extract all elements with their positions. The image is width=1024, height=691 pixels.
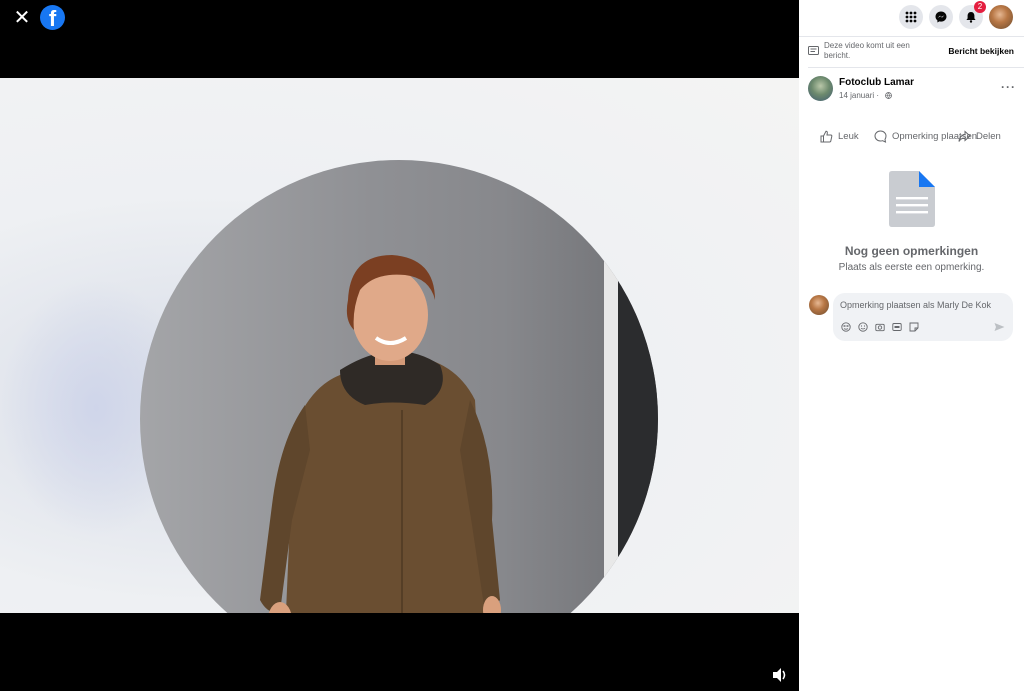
account-avatar[interactable] [989, 5, 1013, 29]
grid-menu-icon[interactable] [899, 5, 923, 29]
comment-input[interactable]: Opmerking plaatsen als Marly De Kok [833, 293, 1013, 341]
avatar-sticker-icon[interactable] [841, 322, 851, 332]
media-viewer: ✕ f [0, 0, 799, 691]
message-icon [808, 46, 819, 55]
thumbs-up-icon [820, 130, 833, 143]
gif-icon[interactable] [892, 322, 902, 332]
view-post-link[interactable]: Bericht bekijken [948, 46, 1014, 56]
notification-count-badge: 2 [974, 1, 986, 13]
video-player[interactable] [0, 78, 799, 613]
send-icon[interactable] [994, 322, 1005, 332]
video-background-blur [0, 278, 160, 538]
globe-icon [885, 92, 892, 99]
message-banner: Deze video komt uit een bericht. Bericht… [808, 40, 1020, 64]
date-separator: · [876, 91, 880, 100]
comment-placeholder: Opmerking plaatsen als Marly De Kok [840, 300, 992, 310]
empty-comments-icon [889, 171, 935, 227]
sticker-icon[interactable] [909, 322, 919, 332]
messenger-icon[interactable] [929, 5, 953, 29]
volume-icon[interactable] [771, 667, 789, 683]
share-icon [958, 130, 971, 142]
post-header: Fotoclub Lamar 14 januari · ··· [808, 76, 1020, 104]
facebook-logo[interactable]: f [40, 5, 65, 30]
camera-icon[interactable] [875, 322, 885, 332]
page-avatar[interactable] [808, 76, 833, 101]
top-divider [799, 36, 1024, 37]
emoji-icon[interactable] [858, 322, 868, 332]
notifications-button[interactable]: 2 [959, 1, 986, 29]
post-author[interactable]: Fotoclub Lamar [839, 77, 914, 88]
share-label: Delen [976, 131, 1001, 142]
message-banner-text: Deze video komt uit een bericht. [824, 41, 910, 60]
top-navigation: 2 [799, 0, 1024, 36]
like-label: Leuk [838, 131, 859, 142]
facebook-logo-letter: f [48, 6, 57, 30]
person-figure [260, 255, 501, 613]
user-avatar[interactable] [809, 295, 829, 315]
comment-icon [874, 130, 887, 143]
banner-divider [808, 67, 1024, 68]
post-actions: Leuk Opmerking plaatsen Delen [808, 128, 1020, 146]
close-icon[interactable]: ✕ [10, 6, 34, 30]
no-comments-subtitle: Plaats als eerste een opmerking. [838, 262, 985, 273]
video-portrait-circle [140, 160, 658, 613]
bell-icon [966, 12, 976, 23]
post-date[interactable]: 14 januari · [839, 91, 879, 100]
no-comments-title: Nog geen opmerkingen [844, 244, 979, 258]
post-date-text: 14 januari [839, 91, 875, 100]
post-side-panel: 2 Deze video komt uit een bericht. Beric… [799, 0, 1024, 691]
more-options-icon[interactable]: ··· [1001, 80, 1016, 94]
